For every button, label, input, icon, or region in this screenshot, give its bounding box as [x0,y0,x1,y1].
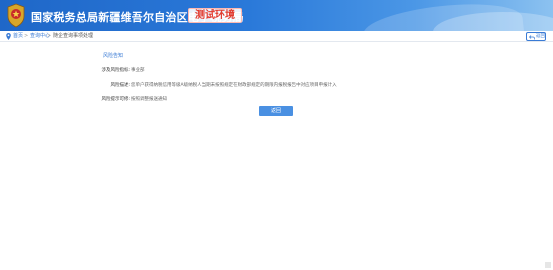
location-pin-icon [6,33,11,40]
section-title: 风险告知 [103,53,124,59]
risk-indicator-label: 涉及风险指标: [101,68,130,73]
back-button[interactable]: 返回 [526,32,546,41]
risk-description-label: 风险描述: [110,83,130,88]
risk-hint-label: 风险提示可修: [101,97,130,102]
breadcrumb-current: 随企查询事项处理 [53,33,94,39]
back-button-label: 返回 [536,34,545,39]
risk-indicator-value: 事业部 [131,68,145,73]
breadcrumb-separator: > [47,33,52,39]
tax-emblem-icon [7,3,25,28]
risk-hint-value: 按照调整报送通知 [131,97,167,102]
breadcrumb-home-link[interactable]: 首页 [13,32,23,40]
test-environment-badge: 测试环境 [188,8,242,23]
breadcrumb: 首页 > 查询中心 > 随企查询事项处理 [0,31,553,42]
return-button[interactable]: 返回 [259,106,293,116]
risk-description-value: 您单户获得纳税信用等级A级纳税人当期未按照规定在财政部规定的期限内报税报告中对应… [131,83,337,88]
site-header: 国家税务总局新疆维吾尔自治区电子税务局 测试环境 [0,0,553,31]
scrollbar-corner[interactable] [545,262,551,268]
breadcrumb-separator: > [24,33,29,39]
back-arrow-icon [529,34,535,39]
